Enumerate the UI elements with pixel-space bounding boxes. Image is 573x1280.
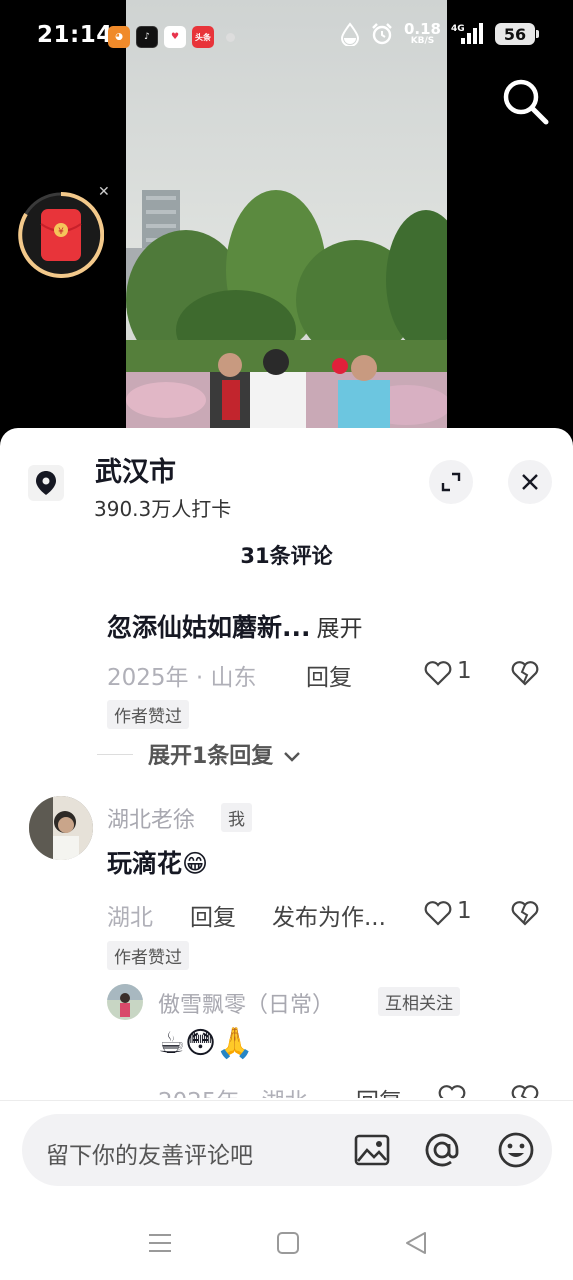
status-bar: 21:14 ◕ ♪ ♥ 头条 0.18 KB/S 4G 56 [0, 0, 573, 74]
system-nav-bar [0, 1204, 573, 1280]
search-icon[interactable] [500, 76, 550, 126]
publish-as-work-button[interactable]: 发布为作... [272, 898, 386, 932]
reply-text[interactable]: ☕😳🙏 [158, 1026, 254, 1061]
home-icon[interactable] [273, 1228, 303, 1258]
like-heart-icon[interactable] [424, 660, 452, 686]
status-right: 0.18 KB/S 4G 56 [340, 20, 539, 46]
like-heart-icon[interactable] [424, 900, 452, 926]
menu-icon[interactable] [145, 1228, 175, 1258]
comment-count: 31条评论 [240, 544, 333, 568]
expand-button[interactable] [429, 460, 473, 504]
comment-text[interactable]: 玩滴花😁 [107, 844, 208, 880]
comment-list[interactable]: 忽添仙姑如蘑新... 展开 2025年 · 山东 回复 1 作者赞过 展开1条回复 [0, 586, 573, 1098]
like-count: 1 [457, 898, 472, 924]
input-divider [0, 1100, 573, 1101]
emoji-icon[interactable] [496, 1130, 536, 1170]
reply-button[interactable]: 回复 [306, 658, 352, 692]
reply-username[interactable]: 傲雪飘零（日常） [158, 987, 334, 1019]
avatar[interactable] [29, 796, 93, 860]
mutual-follow-tag: 互相关注 [378, 987, 460, 1016]
location-sheet: 武汉市 390.3万人打卡 31条评论 忽添仙姑如蘑新... 展开 2025年 ·… [0, 428, 573, 1280]
app-heart-icon: ♥ [164, 26, 186, 48]
comment-text[interactable]: 忽添仙姑如蘑新... 展开 [107, 608, 363, 644]
location-title[interactable]: 武汉市 [95, 450, 176, 489]
close-icon [522, 474, 538, 490]
image-icon[interactable] [352, 1130, 392, 1170]
reply-button[interactable]: 回复 [356, 1082, 402, 1098]
svg-text:¥: ¥ [58, 227, 64, 237]
self-tag: 我 [221, 803, 252, 832]
chevron-down-icon [284, 752, 300, 762]
close-button[interactable] [508, 460, 552, 504]
mention-icon[interactable] [422, 1130, 462, 1170]
comment-input-bar[interactable]: 留下你的友善评论吧 [22, 1114, 552, 1186]
author-liked-tag: 作者赞过 [107, 700, 189, 729]
back-icon[interactable] [401, 1228, 431, 1258]
like-heart-icon[interactable] [438, 1084, 466, 1098]
notification-icons: ◕ ♪ ♥ 头条 [108, 26, 235, 48]
author-liked-tag: 作者赞过 [107, 941, 189, 970]
more-notifications-dot [226, 32, 235, 42]
comment-input[interactable]: 留下你的友善评论吧 [46, 1136, 253, 1170]
svg-text:4G: 4G [451, 24, 465, 34]
expand-icon [441, 472, 461, 492]
dislike-broken-heart-icon[interactable] [511, 900, 539, 926]
screen: 21:14 ◕ ♪ ♥ 头条 0.18 KB/S 4G 56 ¥ ✕ 武汉市 3… [0, 0, 573, 1280]
expand-text-link[interactable]: 展开 [317, 616, 363, 642]
dislike-broken-heart-icon[interactable] [511, 1084, 539, 1098]
comment-meta: 湖北 [107, 905, 153, 931]
meituan-icon: ◕ [108, 26, 130, 48]
reply-button[interactable]: 回复 [190, 898, 236, 932]
red-packet-button[interactable]: ¥ [18, 192, 104, 278]
reply-meta: 2025年 · 湖北 [158, 1082, 307, 1098]
location-pin-icon [28, 465, 64, 501]
alarm-icon [372, 23, 392, 45]
expand-replies-button[interactable]: 展开1条回复 [148, 738, 301, 770]
network-speed: 0.18 KB/S [403, 20, 441, 46]
expand-replies-line [97, 754, 133, 755]
comment-username[interactable]: 湖北老徐 [107, 802, 195, 834]
signal-icon: 4G [451, 23, 483, 44]
red-packet-close-icon[interactable]: ✕ [98, 184, 110, 200]
location-checkins: 390.3万人打卡 [94, 497, 232, 521]
battery-indicator: 56 [495, 23, 539, 45]
comment-meta: 2025年 · 山东 [107, 665, 257, 691]
toutiao-icon: 头条 [192, 26, 214, 48]
dislike-broken-heart-icon[interactable] [511, 660, 539, 686]
reply-avatar[interactable] [107, 984, 143, 1020]
data-saver-icon [340, 22, 359, 46]
like-count: 1 [457, 658, 472, 684]
status-time: 21:14 [37, 22, 113, 48]
tiktok-icon: ♪ [136, 26, 158, 48]
